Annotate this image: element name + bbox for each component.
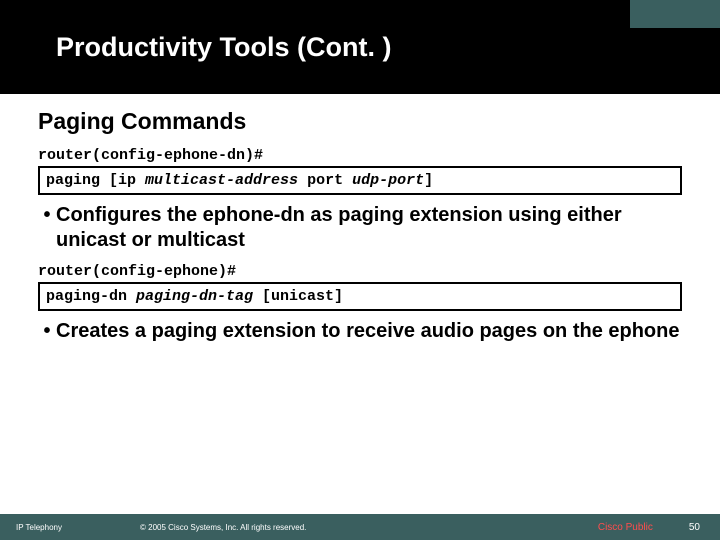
bullet-text: Configures the ephone-dn as paging exten… [56, 203, 682, 253]
cmd-arg-paging-dn-tag: paging-dn-tag [136, 288, 253, 305]
command-box-paging-dn: paging-dn paging-dn-tag [unicast] [38, 282, 682, 311]
bullet-marker: • [38, 203, 56, 228]
cmd-text: [unicast] [253, 288, 343, 305]
cmd-arg-multicast: multicast-address [145, 172, 298, 189]
cmd-text: ] [424, 172, 433, 189]
footer-copyright: © 2005 Cisco Systems, Inc. All rights re… [140, 523, 598, 532]
prompt-ephone-dn: router(config-ephone-dn)# [38, 147, 682, 164]
bullet-item: • Configures the ephone-dn as paging ext… [38, 203, 682, 253]
cmd-text: paging [ip [46, 172, 145, 189]
footer-public-label: Cisco Public [598, 522, 689, 533]
section-subtitle: Paging Commands [38, 108, 682, 135]
command-box-paging: paging [ip multicast-address port udp-po… [38, 166, 682, 195]
bullet-marker: • [38, 319, 56, 344]
slide-title: Productivity Tools (Cont. ) [0, 32, 391, 63]
bullet-item: • Creates a paging extension to receive … [38, 319, 682, 344]
corner-decoration [630, 0, 720, 28]
title-bar: Productivity Tools (Cont. ) [0, 0, 720, 94]
cmd-text: paging-dn [46, 288, 136, 305]
footer-left: IP Telephony [0, 523, 140, 532]
bullet-text: Creates a paging extension to receive au… [56, 319, 682, 344]
slide-content: Paging Commands router(config-ephone-dn)… [0, 94, 720, 344]
cmd-text: port [298, 172, 352, 189]
prompt-ephone: router(config-ephone)# [38, 263, 682, 280]
cmd-arg-udpport: udp-port [352, 172, 424, 189]
slide-footer: IP Telephony © 2005 Cisco Systems, Inc. … [0, 514, 720, 540]
footer-page-number: 50 [689, 522, 720, 533]
